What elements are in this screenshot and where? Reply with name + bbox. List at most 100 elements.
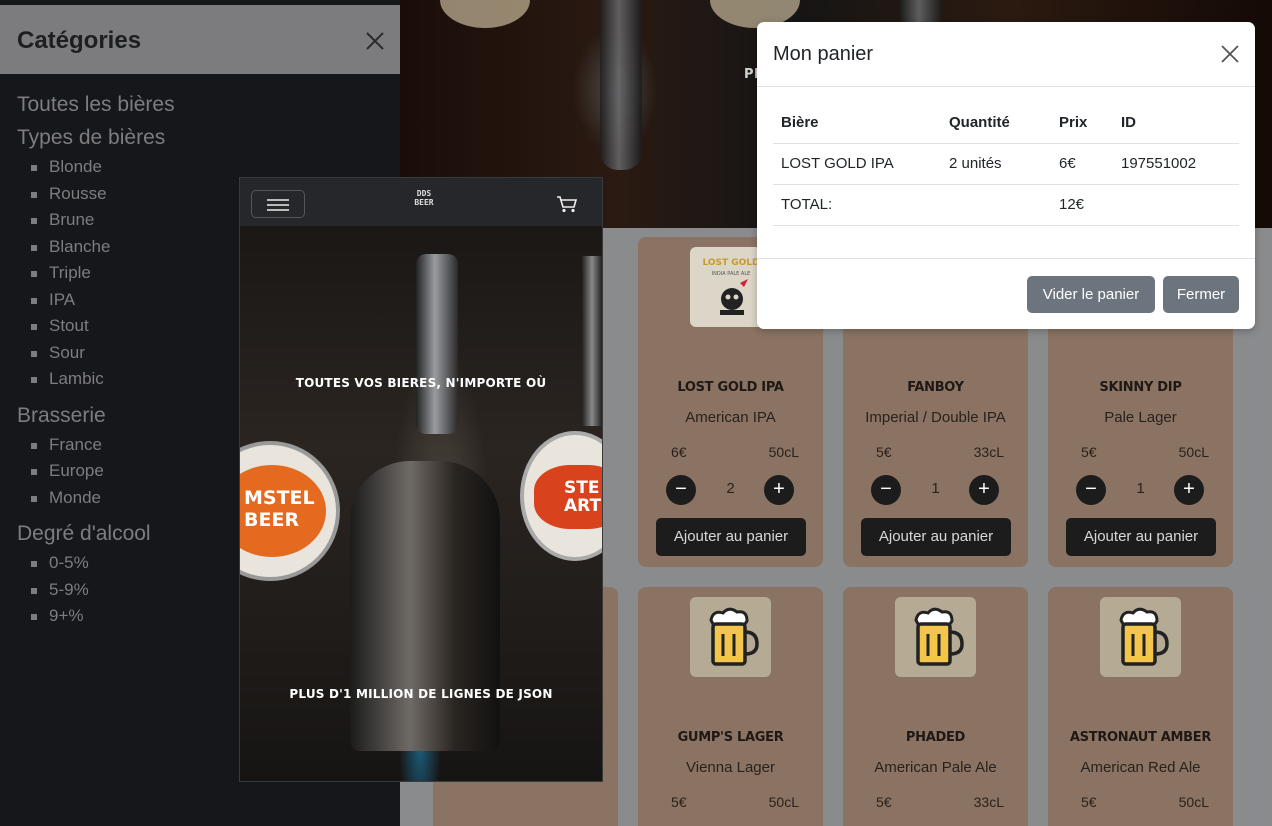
mobile-preview: DDS BEER MSTEL BEER STE ART TOUTES VOS B…	[239, 177, 603, 782]
sidebar-categories: Toutes les bières Types de bières Blonde…	[17, 88, 175, 636]
column-header: ID	[1113, 103, 1239, 144]
increase-quantity-button[interactable]: +	[1174, 475, 1204, 505]
cell-beer: LOST GOLD IPA	[773, 143, 941, 185]
sidebar-heading-brewery: Brasserie	[17, 403, 106, 427]
total-row: TOTAL: 12€	[773, 184, 1239, 226]
sidebar-item-abv[interactable]: 0-5%	[29, 550, 175, 577]
product-volume: 33cL	[973, 444, 1004, 460]
beer-mug-icon	[895, 597, 976, 677]
product-volume: 50cL	[1178, 444, 1209, 460]
logo: DDS BEER	[414, 189, 434, 207]
product-style: Pale Lager	[1104, 409, 1177, 426]
sidebar-item-type[interactable]: IPA	[29, 287, 175, 314]
product-volume: 50cL	[1178, 794, 1209, 810]
beer-tap	[600, 0, 642, 170]
beer-tap	[416, 254, 458, 434]
abv-list: 0-5% 5-9% 9+%	[29, 550, 175, 630]
product-price: 6€	[671, 444, 687, 460]
product-card: PHADED American Pale Ale 5€ 33cL	[843, 587, 1028, 826]
product-name: SKINNY DIP	[1099, 380, 1182, 395]
sidebar-header: Catégories	[0, 5, 400, 74]
add-to-cart-button[interactable]: Ajouter au panier	[861, 518, 1011, 556]
total-value: 12€	[1051, 184, 1113, 226]
hamburger-menu-button[interactable]	[251, 190, 305, 218]
sidebar-heading-types: Types de bières	[17, 126, 166, 149]
beer-mug-icon	[690, 597, 771, 677]
column-header: Bière	[773, 103, 941, 144]
cart-icon[interactable]	[556, 195, 578, 213]
quantity-value: 1	[931, 480, 940, 497]
product-name: ASTRONAUT AMBER	[1069, 730, 1212, 745]
cell-quantity: 2 unités	[941, 143, 1051, 185]
beer-tap	[582, 256, 602, 426]
sidebar-item-abv[interactable]: 5-9%	[29, 577, 175, 604]
sidebar-item-all-beers[interactable]: Toutes les bières	[17, 88, 175, 121]
product-card: GUMP'S LAGER Vienna Lager 5€ 50cL	[638, 587, 823, 826]
product-style: American Red Ale	[1080, 759, 1201, 776]
tap-spout	[350, 461, 500, 751]
product-price: 5€	[1081, 794, 1097, 810]
sidebar-item-type[interactable]: Blonde	[29, 154, 175, 181]
product-name: FANBOY	[907, 380, 964, 395]
sidebar-item-brewery[interactable]: Monde	[29, 485, 175, 512]
sidebar-heading-abv: Degré d'alcool	[17, 522, 151, 545]
cart-modal: Mon panier Bière Quantité Prix ID LOST G…	[757, 22, 1255, 329]
types-list: Blonde Rousse Brune Blanche Triple IPA S…	[29, 154, 175, 393]
product-volume: 50cL	[768, 794, 799, 810]
add-to-cart-button[interactable]: Ajouter au panier	[1066, 518, 1216, 556]
product-name: GUMP'S LAGER	[677, 730, 784, 745]
sidebar-item-type[interactable]: Brune	[29, 207, 175, 234]
product-price: 5€	[1081, 444, 1097, 460]
beer-badge: STE ART	[520, 431, 602, 561]
mobile-navbar: DDS BEER	[240, 178, 602, 226]
total-label: TOTAL:	[773, 184, 941, 226]
beer-badge: MSTEL BEER	[240, 441, 340, 581]
modal-title: Mon panier	[773, 43, 874, 65]
product-card: ASTRONAUT AMBER American Red Ale 5€ 50cL	[1048, 587, 1233, 826]
tagline: PLUS D'1 MILLION DE LIGNES DE JSON	[289, 687, 553, 701]
increase-quantity-button[interactable]: +	[969, 475, 999, 505]
cart-table: Bière Quantité Prix ID LOST GOLD IPA 2 u…	[773, 103, 1239, 226]
cell-price: 6€	[1051, 143, 1113, 185]
sidebar-item-type[interactable]: Triple	[29, 260, 175, 287]
product-style: Imperial / Double IPA	[865, 409, 1006, 426]
column-header: Prix	[1051, 103, 1113, 144]
product-name: PHADED	[905, 730, 966, 745]
divider	[757, 258, 1255, 259]
tap-badge	[440, 0, 530, 28]
product-price: 5€	[876, 794, 892, 810]
tagline: TOUTES VOS BIERES, N'IMPORTE OÙ	[295, 376, 547, 390]
sidebar-item-brewery[interactable]: Europe	[29, 458, 175, 485]
product-style: American Pale Ale	[874, 759, 997, 776]
brewery-list: France Europe Monde	[29, 432, 175, 512]
cell-id: 197551002	[1113, 143, 1239, 185]
sidebar-item-type[interactable]: Blanche	[29, 234, 175, 261]
quantity-value: 1	[1136, 480, 1145, 497]
sidebar-item-brewery[interactable]: France	[29, 432, 175, 459]
mobile-hero-image: MSTEL BEER STE ART TOUTES VOS BIERES, N'…	[240, 226, 602, 781]
close-modal-button[interactable]: Fermer	[1163, 276, 1239, 313]
product-volume: 33cL	[973, 794, 1004, 810]
sidebar-item-abv[interactable]: 9+%	[29, 603, 175, 630]
product-volume: 50cL	[768, 444, 799, 460]
table-row: LOST GOLD IPA 2 unités 6€ 197551002	[773, 143, 1239, 185]
sidebar-item-type[interactable]: Stout	[29, 313, 175, 340]
close-icon[interactable]	[1220, 44, 1240, 64]
sidebar-item-type[interactable]: Lambic	[29, 366, 175, 393]
product-name: LOST GOLD IPA	[677, 380, 784, 395]
add-to-cart-button[interactable]: Ajouter au panier	[656, 518, 806, 556]
sidebar-item-type[interactable]: Sour	[29, 340, 175, 367]
product-style: American IPA	[685, 409, 776, 426]
increase-quantity-button[interactable]: +	[764, 475, 794, 505]
table-header-row: Bière Quantité Prix ID	[773, 103, 1239, 144]
close-icon[interactable]	[364, 30, 386, 52]
sidebar-title: Catégories	[17, 27, 142, 54]
column-header: Quantité	[941, 103, 1051, 144]
divider	[757, 86, 1255, 87]
svg-text:LOST GOLD: LOST GOLD	[702, 258, 759, 268]
beer-mug-icon	[1100, 597, 1181, 677]
empty-cart-button[interactable]: Vider le panier	[1027, 276, 1155, 313]
product-style: Vienna Lager	[686, 759, 775, 776]
sidebar-item-type[interactable]: Rousse	[29, 181, 175, 208]
svg-text:INDIA PALE ALE: INDIA PALE ALE	[711, 271, 750, 277]
